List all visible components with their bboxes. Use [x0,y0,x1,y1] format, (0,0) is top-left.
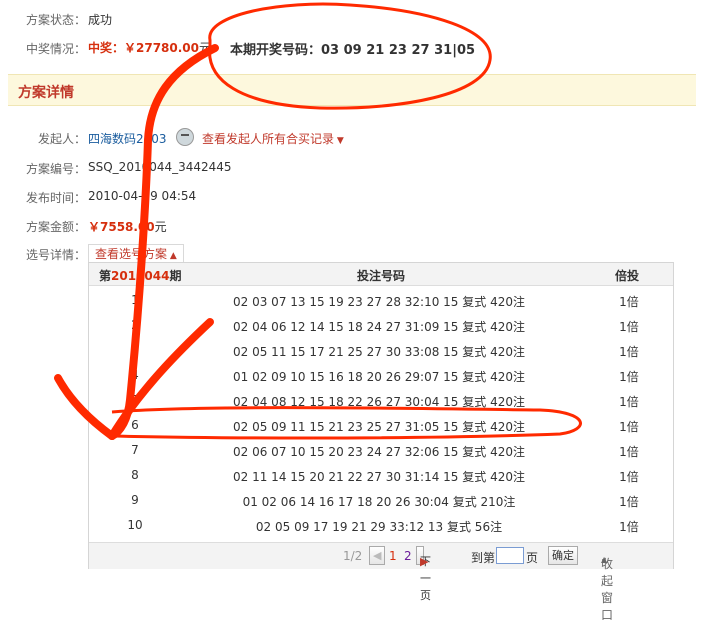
table-row: 10 02 05 09 17 19 21 29 33:12 13 复式 56注 1倍 [89,513,673,538]
table-row: 2 02 04 06 12 14 15 18 24 27 31:09 15 复式 … [89,313,673,338]
amount-label: 方案金额： [26,220,87,234]
bet-numbers: 02 03 07 13 15 19 23 27 28 32:10 15 复式 4… [233,295,525,309]
multiplier: 1倍 [619,420,639,434]
bet-column-header: 投注号码 [357,269,406,283]
initiator-name-link[interactable]: 四海数码2003 [88,130,167,147]
period-prefix: 第 [99,269,112,283]
multiplier: 1倍 [619,295,639,309]
row-number: 3 [131,343,139,357]
section-header: 方案详情 [8,74,696,106]
page-1-link[interactable]: 1 [389,549,397,563]
table-row: 8 02 11 14 15 20 21 22 27 30 31:14 15 复式 … [89,463,673,488]
multiplier: 1倍 [619,470,639,484]
page-2-link[interactable]: 2 [404,549,412,563]
table-row: 4 01 02 09 10 15 16 18 20 26 29:07 15 复式 … [89,363,673,388]
publish-time-value: 2010-04-19 04:54 [88,189,197,203]
table-row: 3 02 05 11 15 17 21 25 27 30 33:08 15 复式 … [89,338,673,363]
mult-column-header: 倍投 [615,269,640,283]
section-title: 方案详情 [18,85,74,101]
chevron-right-icon: ▶ [420,555,429,568]
bet-numbers: 02 04 08 12 15 18 22 26 27 30:04 15 复式 4… [233,395,525,409]
scheme-status-label: 方案状态： [26,13,87,27]
page-number-input[interactable] [496,547,524,564]
table-header: 第2010044期 投注号码 倍投 [89,263,673,286]
chevron-up-icon: ▲ [601,555,608,564]
draw-numbers-value: 03 09 21 23 27 31|05 [321,43,476,58]
bet-numbers: 02 11 14 15 20 21 22 27 30 31:14 15 复式 4… [233,470,525,484]
table-row: 9 01 02 06 14 16 17 18 20 26 30:04 复式 210… [89,488,673,513]
selection-table: 第2010044期 投注号码 倍投 1 02 03 07 13 15 19 23 … [88,262,674,622]
pager: 1/2 ◀ 1 2 下一页 ▶ 到第 页 确定 收起窗口 ▲ [89,542,673,622]
multiplier: 1倍 [619,445,639,459]
prize-amount: 中奖：￥27780.00元 [88,39,211,56]
user-avatar-icon [176,128,194,146]
period-header: 第2010044期 [99,267,181,284]
period-suffix: 期 [169,269,182,283]
draw-numbers: 本期开奖号码：03 09 21 23 27 31|05 [230,39,475,58]
period-value: 2010044 [111,269,170,283]
prize-info-label: 中奖情况： [26,42,87,56]
view-selection-toggle[interactable]: 查看选号方案 ▲ [88,244,184,264]
amount-value: ￥7558.00 [88,220,155,234]
bet-numbers: 01 02 09 10 15 16 18 20 26 29:07 15 复式 4… [233,370,525,384]
publish-time-label: 发布时间： [26,191,87,205]
draw-label: 本期开奖号码： [230,43,322,58]
prize-value: 中奖：￥27780.00 [88,41,200,55]
scheme-no-value: SSQ_2010044_3442445 [88,160,232,174]
initiator-records-link[interactable]: 查看发起人所有合买记录 ▼ [202,130,344,147]
goto-prefix: 到第 [471,551,496,565]
scheme-status-value: 成功 [88,13,113,27]
table-row: 7 02 06 07 10 15 20 23 24 27 32:06 15 复式 … [89,438,673,463]
multiplier: 1倍 [619,320,639,334]
bet-numbers: 02 05 09 11 15 21 23 25 27 31:05 15 复式 4… [233,420,525,434]
table-row: 1 02 03 07 13 15 19 23 27 28 32:10 15 复式 … [89,288,673,313]
page-info: 1/2 [343,549,363,563]
confirm-button[interactable]: 确定 [548,546,578,565]
view-selection-label: 查看选号方案 [95,247,168,261]
collapse-window-label: 收起窗口 [601,557,614,622]
scheme-no-label: 方案编号： [26,162,87,176]
prev-page-icon[interactable]: ◀ [369,546,385,565]
table-row: 5 02 04 08 12 15 18 22 26 27 30:04 15 复式 … [89,388,673,413]
row-number: 8 [131,468,139,482]
row-number: 10 [127,518,143,532]
row-number: 2 [131,318,139,332]
row-number: 6 [131,418,139,432]
row-number: 5 [131,393,139,407]
bet-numbers: 02 05 11 15 17 21 25 27 30 33:08 15 复式 4… [233,345,525,359]
multiplier: 1倍 [619,520,639,534]
multiplier: 1倍 [619,495,639,509]
bet-numbers: 02 06 07 10 15 20 23 24 27 32:06 15 复式 4… [233,445,525,459]
bet-numbers: 02 04 06 12 14 15 18 24 27 31:09 15 复式 4… [233,320,525,334]
amount: ￥7558.00元 [88,218,167,235]
multiplier: 1倍 [619,345,639,359]
multiplier: 1倍 [619,370,639,384]
bet-numbers: 01 02 06 14 16 17 18 20 26 30:04 复式 210注 [242,495,516,509]
bet-numbers: 02 05 09 17 19 21 29 33:12 13 复式 56注 [255,520,503,534]
row-number: 4 [131,368,139,382]
initiator-label: 发起人： [38,132,87,146]
goto-suffix: 页 [526,551,539,565]
multiplier: 1倍 [619,395,639,409]
row-number: 7 [131,443,139,457]
amount-unit: 元 [154,220,167,234]
row-number: 9 [131,493,139,507]
prize-unit: 元 [199,41,212,55]
selection-label: 选号详情： [26,248,87,262]
chevron-down-icon: ▼ [334,136,344,146]
chevron-up-icon: ▲ [167,251,177,261]
next-page-button[interactable]: 下一页 ▶ [416,546,431,602]
initiator-records-label: 查看发起人所有合买记录 [202,132,335,146]
table-row: 6 02 05 09 11 15 21 23 25 27 31:05 15 复式 … [89,413,673,438]
row-number: 1 [131,293,139,307]
